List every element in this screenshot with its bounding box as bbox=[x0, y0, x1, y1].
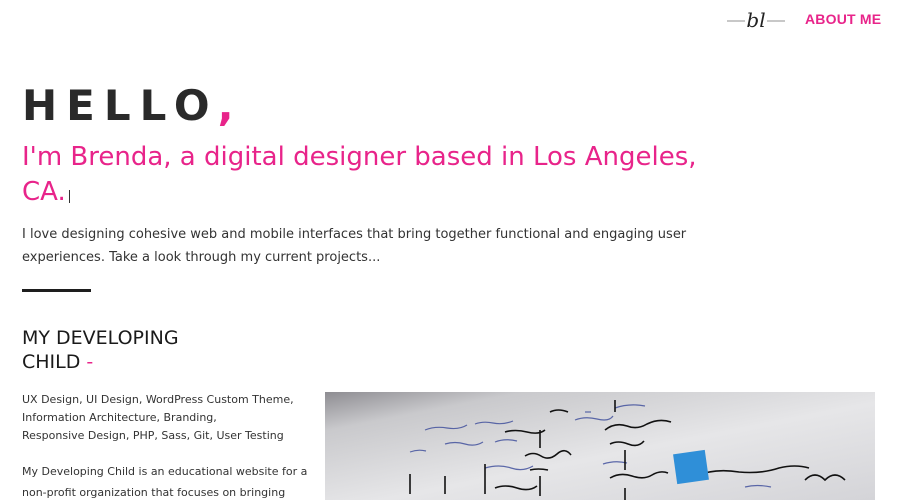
sticky-note bbox=[673, 449, 709, 485]
intro-heading: I'm Brenda, a digital designer based in … bbox=[22, 140, 712, 210]
section-divider bbox=[22, 289, 91, 292]
logo-text: bl bbox=[746, 8, 765, 32]
project-image[interactable] bbox=[325, 392, 875, 500]
intro-text: I'm Brenda, a digital designer based in … bbox=[22, 142, 697, 207]
project-title[interactable]: MY DEVELOPING CHILD - bbox=[22, 326, 222, 374]
whiteboard-photo bbox=[325, 392, 875, 500]
project-summary: My Developing Child is an educational we… bbox=[22, 465, 308, 499]
hello-text: HELLO bbox=[22, 81, 218, 130]
intro-description: I love designing cohesive web and mobile… bbox=[22, 227, 687, 265]
bl-logo-icon[interactable]: bl bbox=[727, 4, 785, 36]
project-tag-line: Information Architecture, Branding, bbox=[22, 411, 217, 424]
project-tag-line: UX Design, UI Design, WordPress Custom T… bbox=[22, 393, 294, 406]
project-tag-line: Responsive Design, PHP, Sass, Git, User … bbox=[22, 429, 284, 442]
project-tags: UX Design, UI Design, WordPress Custom T… bbox=[22, 391, 312, 445]
hello-comma: , bbox=[217, 81, 243, 130]
typing-caret bbox=[68, 190, 70, 203]
project-title-dash: - bbox=[86, 351, 94, 373]
hello-heading: HELLO, bbox=[22, 80, 243, 132]
project-title-text: MY DEVELOPING CHILD bbox=[22, 327, 179, 373]
about-me-link[interactable]: ABOUT ME bbox=[805, 11, 881, 27]
